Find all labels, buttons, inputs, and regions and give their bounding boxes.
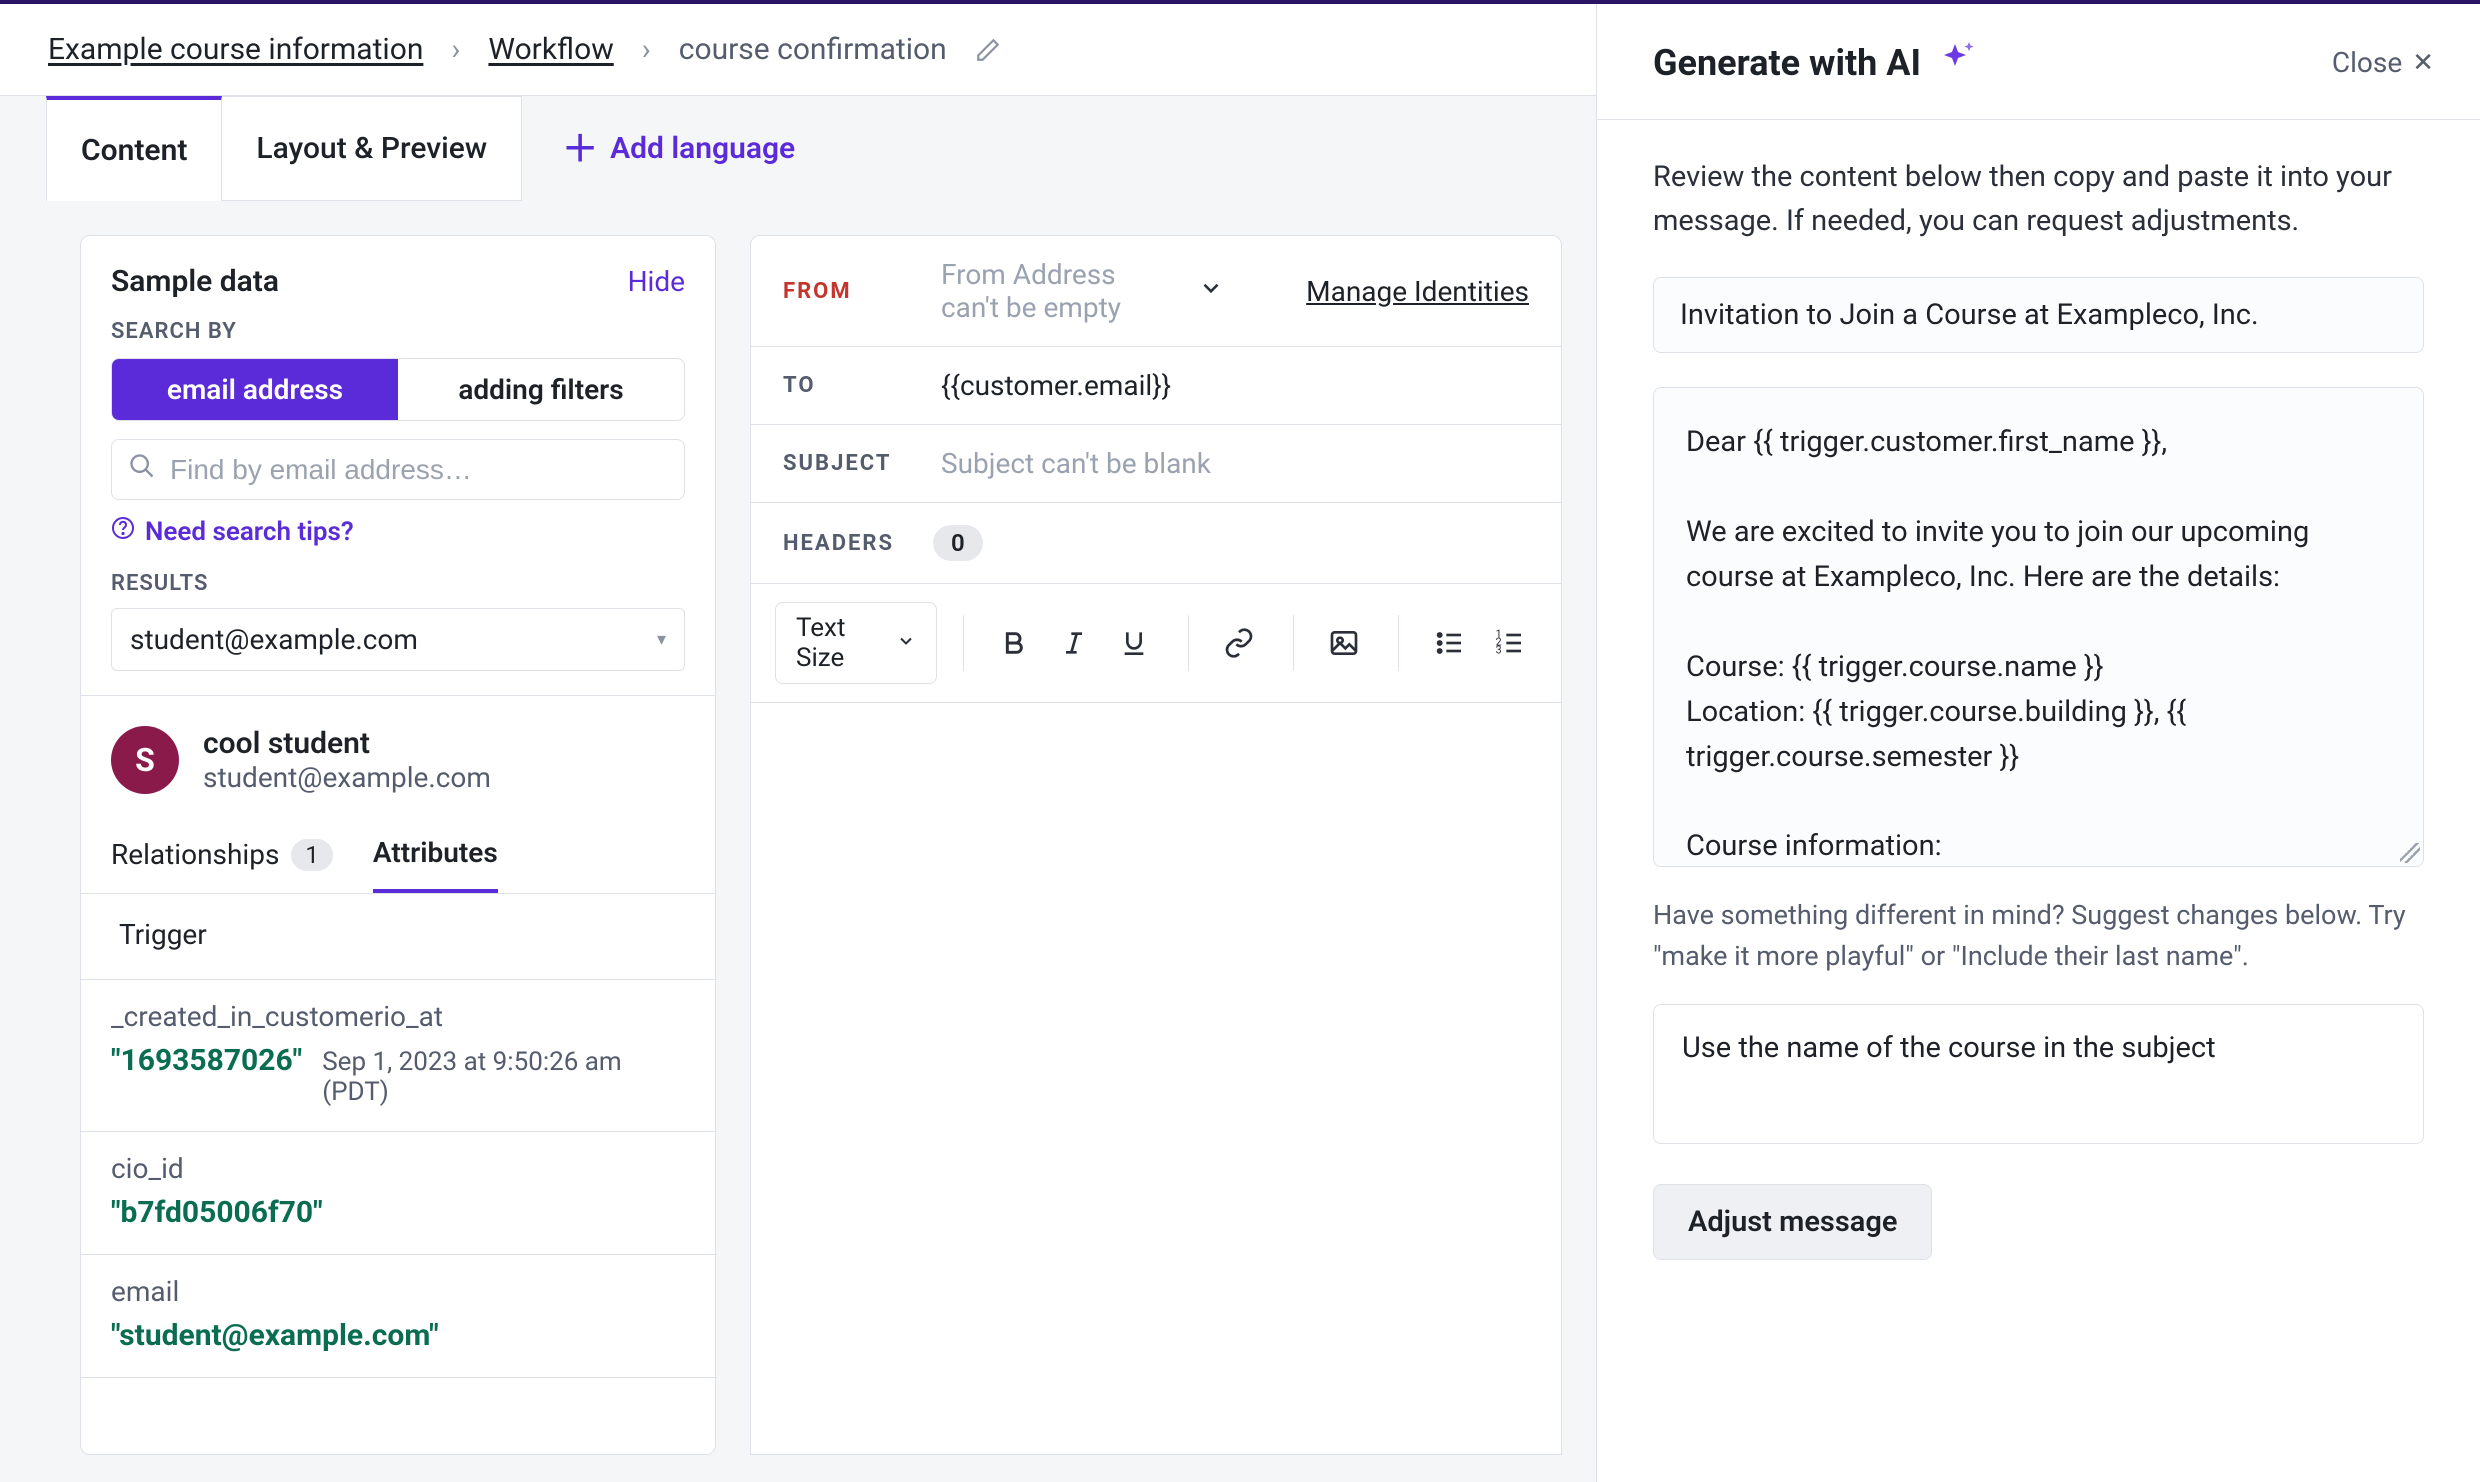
add-language-button[interactable]: ＋ Add language (562, 131, 795, 167)
from-label: FROM (783, 279, 913, 304)
image-icon[interactable] (1316, 615, 1372, 671)
breadcrumb-root[interactable]: Example course information (48, 32, 423, 67)
from-placeholder[interactable]: From Address can't be empty (941, 258, 1170, 324)
message-editor: FROM From Address can't be empty Manage … (750, 235, 1562, 1455)
ai-body-output[interactable]: Dear {{ trigger.customer.first_name }}, … (1653, 387, 2424, 867)
search-icon (128, 452, 156, 487)
breadcrumb-workflow[interactable]: Workflow (488, 32, 613, 67)
subtab-relationships[interactable]: Relationships 1 (111, 822, 333, 893)
question-circle-icon (111, 516, 135, 547)
to-row: TO {{customer.email}} (751, 347, 1561, 425)
add-language-label: Add language (610, 131, 795, 166)
rich-text-toolbar: Text Size (751, 584, 1561, 703)
subtab-relationships-label: Relationships (111, 838, 279, 871)
link-icon[interactable] (1211, 615, 1267, 671)
from-row: FROM From Address can't be empty Manage … (751, 236, 1561, 347)
hide-sample-button[interactable]: Hide (628, 265, 685, 298)
close-button[interactable]: Close ✕ (2332, 46, 2434, 79)
search-by-segment: email address adding filters (111, 358, 685, 421)
attribute-key: _created_in_customerio_at (111, 1000, 685, 1033)
adjust-message-button[interactable]: Adjust message (1653, 1184, 1932, 1260)
ai-subject-field[interactable]: Invitation to Join a Course at Exampleco… (1653, 277, 2424, 353)
text-size-select[interactable]: Text Size (775, 602, 937, 684)
attribute-key: email (111, 1275, 685, 1308)
tab-layout-preview[interactable]: Layout & Preview (222, 96, 522, 201)
unordered-list-icon[interactable] (1421, 615, 1477, 671)
subject-row: SUBJECT Subject can't be blank (751, 425, 1561, 503)
ai-adjustment-input[interactable]: Use the name of the course in the subjec… (1653, 1004, 2424, 1144)
to-label: TO (783, 373, 913, 398)
chevron-right-icon: › (451, 32, 460, 67)
attribute-row: cio_id "b7fd05006f70" (81, 1132, 715, 1255)
text-size-label: Text Size (796, 613, 882, 673)
trigger-row[interactable]: Trigger (81, 894, 715, 980)
edit-icon[interactable] (975, 37, 1001, 63)
bold-icon[interactable] (986, 615, 1042, 671)
message-body[interactable] (751, 703, 1561, 1454)
headers-label: HEADERS (783, 531, 913, 556)
plus-icon: ＋ (562, 131, 598, 167)
svg-text:3: 3 (1496, 644, 1502, 657)
search-input-wrap[interactable] (111, 439, 685, 500)
subtab-attributes[interactable]: Attributes (373, 822, 498, 893)
ai-hint-text: Have something different in mind? Sugges… (1653, 895, 2424, 976)
ai-intro-text: Review the content below then copy and p… (1653, 156, 2424, 243)
manage-identities-link[interactable]: Manage Identities (1306, 275, 1529, 308)
italic-icon[interactable] (1046, 615, 1102, 671)
attributes-list: _created_in_customerio_at "1693587026" S… (81, 980, 715, 1454)
attribute-value: "b7fd05006f70" (111, 1195, 323, 1230)
chevron-right-icon: › (642, 32, 651, 67)
ai-panel-title: Generate with AI (1653, 38, 1977, 87)
ordered-list-icon[interactable]: 123 (1481, 615, 1537, 671)
to-value[interactable]: {{customer.email}} (941, 369, 1171, 402)
results-select[interactable]: student@example.com ▾ (111, 608, 685, 671)
underline-icon[interactable] (1106, 615, 1162, 671)
profile-name: cool student (203, 726, 491, 761)
search-tips-link[interactable]: Need search tips? (111, 516, 685, 547)
search-tips-label: Need search tips? (145, 517, 354, 547)
generate-with-ai-panel: Generate with AI Close ✕ Review the cont… (1596, 4, 2480, 1482)
attribute-key: cio_id (111, 1152, 685, 1185)
attribute-meta: Sep 1, 2023 at 9:50:26 am (PDT) (322, 1047, 685, 1107)
results-selected-value: student@example.com (130, 623, 418, 656)
caret-down-icon: ▾ (657, 629, 666, 650)
ai-title-text: Generate with AI (1653, 42, 1921, 84)
search-input[interactable] (168, 453, 668, 487)
subject-label: SUBJECT (783, 451, 913, 476)
sample-data-panel: Sample data Hide SEARCH BY email address… (80, 235, 716, 1455)
attribute-value: "student@example.com" (111, 1318, 439, 1353)
segment-email-address[interactable]: email address (112, 359, 398, 420)
profile-card: S cool student student@example.com (81, 695, 715, 812)
relationships-count-badge: 1 (291, 839, 333, 871)
search-by-label: SEARCH BY (81, 319, 715, 344)
close-icon: ✕ (2412, 48, 2434, 78)
sample-data-title: Sample data (111, 264, 279, 299)
attribute-row: email "student@example.com" (81, 1255, 715, 1378)
close-label: Close (2332, 46, 2402, 79)
tab-content[interactable]: Content (46, 96, 222, 201)
editor-tabs: Content Layout & Preview ＋ Add language (0, 96, 1596, 201)
subject-placeholder[interactable]: Subject can't be blank (941, 447, 1529, 480)
chevron-down-icon[interactable] (1198, 275, 1224, 308)
profile-email: student@example.com (203, 761, 491, 794)
headers-count-badge: 0 (933, 525, 983, 561)
sparkle-icon (1937, 38, 1977, 87)
segment-adding-filters[interactable]: adding filters (398, 359, 684, 420)
chevron-down-icon (896, 628, 916, 658)
avatar: S (111, 726, 179, 794)
headers-row[interactable]: HEADERS 0 (751, 503, 1561, 584)
breadcrumb-current: course confirmation (679, 32, 947, 67)
profile-subtabs: Relationships 1 Attributes (81, 812, 715, 894)
attribute-row: _created_in_customerio_at "1693587026" S… (81, 980, 715, 1132)
results-label: RESULTS (81, 571, 715, 596)
attribute-value: "1693587026" (111, 1043, 302, 1078)
